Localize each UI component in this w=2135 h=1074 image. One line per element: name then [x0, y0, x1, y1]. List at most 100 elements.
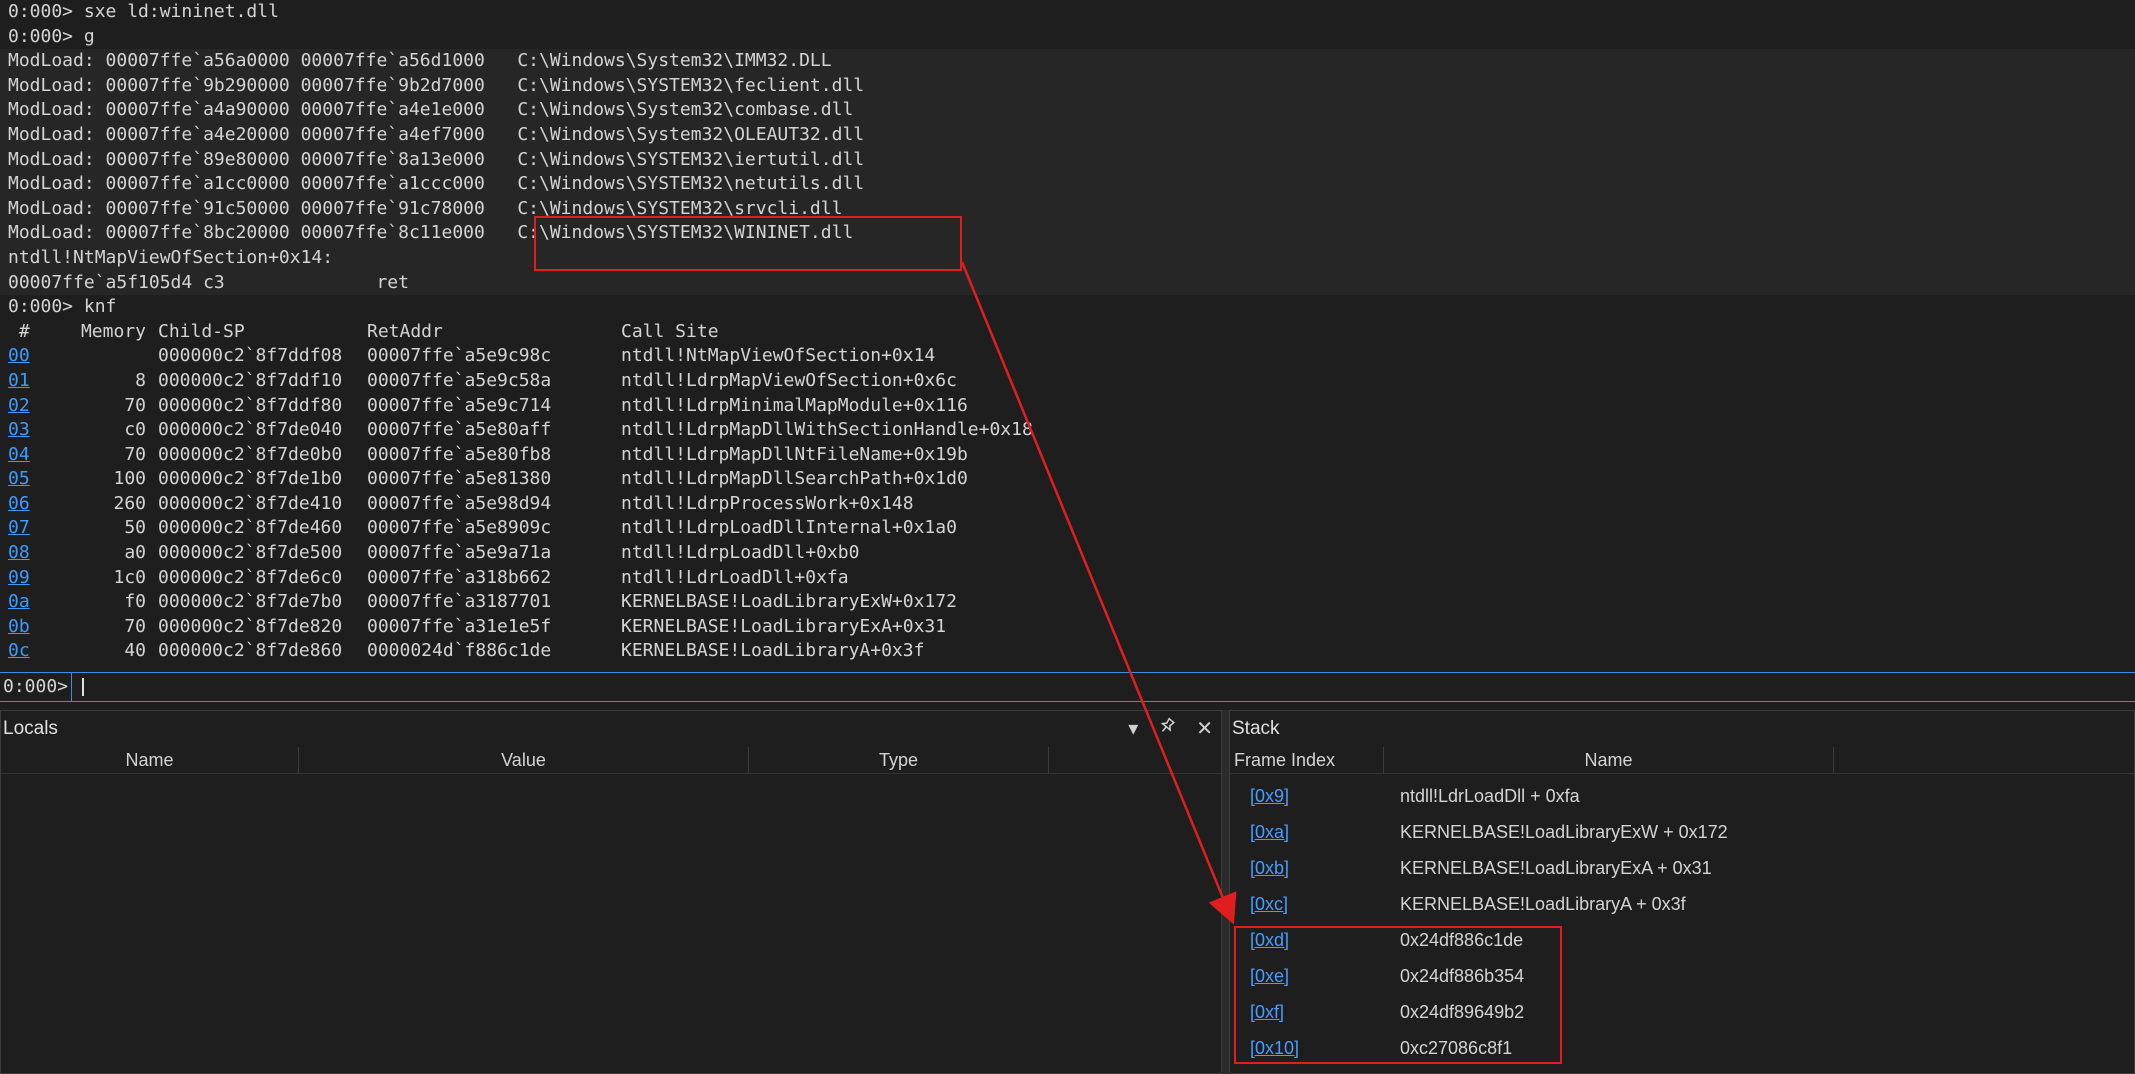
- knf-row: 07 50 000000c2`8f7de460 00007ffe`a5e8909c nt…: [0, 516, 2135, 541]
- locals-title-bar: Locals ▾ ✕: [1, 711, 1221, 747]
- stack-title-bar: Stack: [1230, 711, 2134, 747]
- knf-frame-link[interactable]: 03: [8, 418, 30, 443]
- knf-memory: 70: [124, 615, 146, 637]
- knf-call-site: ntdll!LdrLoadDll+0xfa: [621, 566, 849, 588]
- wininet-highlight-box: [534, 216, 962, 271]
- frame-number[interactable]: 04: [8, 444, 30, 465]
- knf-call-site: ntdll!NtMapViewOfSection+0x14: [621, 345, 936, 367]
- frame-number[interactable]: 09: [8, 567, 30, 588]
- frame-number[interactable]: 0b: [8, 616, 30, 637]
- knf-frame-link[interactable]: 06: [8, 492, 30, 517]
- frame-number[interactable]: 07: [8, 517, 30, 538]
- knf-call-site: KERNELBASE!LoadLibraryA+0x3f: [621, 640, 925, 662]
- knf-retaddr: 00007ffe`a5e80fb8: [367, 443, 552, 465]
- console-line: ModLoad: 00007ffe`9b290000 00007ffe`9b2d…: [0, 73, 2135, 99]
- knf-call-site: KERNELBASE!LoadLibraryExA+0x31: [621, 615, 947, 637]
- console-line: ModLoad: 00007ffe`89e80000 00007ffe`8a13…: [0, 147, 2135, 173]
- knf-frame-link[interactable]: 09: [8, 566, 30, 591]
- knf-frame-link[interactable]: 04: [8, 443, 30, 468]
- console-line: 0:000> knf: [8, 296, 117, 318]
- knf-frame-link[interactable]: 01: [8, 369, 30, 394]
- knf-call-site: ntdll!LdrpMinimalMapModule+0x116: [621, 394, 968, 416]
- knf-retaddr: 00007ffe`a5e9c58a: [367, 369, 552, 391]
- knf-row: 01 8 000000c2`8f7ddf10 00007ffe`a5e9c58a ntd…: [0, 369, 2135, 394]
- knf-row: 05 100 000000c2`8f7de1b0 00007ffe`a5e81380 n…: [0, 467, 2135, 492]
- stack-col-name[interactable]: Name: [1384, 747, 1834, 773]
- frame-number[interactable]: 00: [8, 345, 30, 366]
- knf-child-sp: 000000c2`8f7de860: [158, 640, 343, 662]
- knf-retaddr: 00007ffe`a5e98d94: [367, 492, 552, 514]
- knf-memory: f0: [124, 591, 146, 613]
- knf-child-sp: 000000c2`8f7de040: [158, 419, 343, 441]
- knf-frame-link[interactable]: 0b: [8, 615, 30, 640]
- locals-title-buttons: ▾ ✕: [1128, 711, 1213, 747]
- frame-number[interactable]: 06: [8, 493, 30, 514]
- knf-memory: 8: [135, 369, 146, 391]
- knf-frame-link[interactable]: 0a: [8, 590, 30, 615]
- knf-memory: 70: [124, 394, 146, 416]
- frame-number[interactable]: 0c: [8, 640, 30, 661]
- knf-frame-link[interactable]: 00: [8, 344, 30, 369]
- knf-row: 0a f0 000000c2`8f7de7b0 00007ffe`a3187701 KE…: [0, 590, 2135, 615]
- frame-number[interactable]: 0a: [8, 591, 30, 612]
- knf-col-call-site: Call Site: [621, 320, 719, 342]
- knf-call-site: ntdll!LdrpProcessWork+0x148: [621, 492, 914, 514]
- knf-child-sp: 000000c2`8f7de500: [158, 542, 343, 564]
- stack-row[interactable]: [0x9] ntdll!LdrLoadDll + 0xfa: [1230, 778, 2134, 814]
- knf-child-sp: 000000c2`8f7de410: [158, 492, 343, 514]
- close-icon[interactable]: ✕: [1196, 711, 1213, 747]
- console-line: ModLoad: 00007ffe`8bc20000 00007ffe`8c11…: [0, 221, 2135, 246]
- console-line: ModLoad: 00007ffe`a56a0000 00007ffe`a56d…: [0, 49, 2135, 74]
- stack-frame-index-link[interactable]: [0xa]: [1250, 814, 1289, 850]
- knf-retaddr: 00007ffe`a3187701: [367, 591, 552, 613]
- knf-memory: 40: [124, 640, 146, 662]
- knf-frame-link[interactable]: 02: [8, 394, 30, 419]
- stack-row[interactable]: [0xc] KERNELBASE!LoadLibraryA + 0x3f: [1230, 886, 2134, 922]
- pin-icon[interactable]: [1158, 711, 1176, 747]
- knf-row: 09 1c0 000000c2`8f7de6c0 00007ffe`a318b662 n…: [0, 566, 2135, 591]
- stack-frame-index-link[interactable]: [0xb]: [1250, 850, 1289, 886]
- knf-retaddr: 00007ffe`a31e1e5f: [367, 615, 552, 637]
- knf-row: 0c 40 000000c2`8f7de860 0000024d`f886c1de KE…: [0, 639, 2135, 664]
- locals-column-header: Name Value Type: [1, 747, 1221, 774]
- knf-call-site: KERNELBASE!LoadLibraryExW+0x172: [621, 591, 957, 613]
- frame-number[interactable]: 02: [8, 395, 30, 416]
- locals-title: Locals: [3, 718, 58, 739]
- console-line: 0:000> g: [8, 25, 95, 47]
- knf-frame-link[interactable]: 07: [8, 516, 30, 541]
- knf-frame-link[interactable]: 08: [8, 541, 30, 566]
- frame-number[interactable]: 08: [8, 542, 30, 563]
- knf-child-sp: 000000c2`8f7ddf10: [158, 369, 343, 391]
- stack-row[interactable]: [0xb] KERNELBASE!LoadLibraryExA + 0x31: [1230, 850, 2134, 886]
- console-line: ModLoad: 00007ffe`a1cc0000 00007ffe`a1cc…: [0, 172, 2135, 197]
- stack-frame-name: KERNELBASE!LoadLibraryExA + 0x31: [1400, 858, 1712, 878]
- stack-row[interactable]: [0xa] KERNELBASE!LoadLibraryExW + 0x172: [1230, 814, 2134, 850]
- stack-frame-index-link[interactable]: [0xc]: [1250, 886, 1288, 922]
- knf-memory: c0: [124, 419, 146, 441]
- knf-frame-link[interactable]: 05: [8, 467, 30, 492]
- console-lines: 0:000> sxe ld:wininet.dll 0:000> g ModLoad…: [0, 0, 2135, 320]
- knf-row: 02 70 000000c2`8f7ddf80 00007ffe`a5e9c714 nt…: [0, 394, 2135, 419]
- knf-retaddr: 00007ffe`a5e8909c: [367, 517, 552, 539]
- knf-row: 03 c0 000000c2`8f7de040 00007ffe`a5e80aff nt…: [0, 418, 2135, 443]
- stack-frame-index-link[interactable]: [0x9]: [1250, 778, 1289, 814]
- command-output: 0:000> sxe ld:wininet.dll 0:000> g ModLoad…: [0, 0, 2135, 670]
- knf-frame-link[interactable]: 0c: [8, 639, 30, 664]
- console-line: ModLoad: 00007ffe`a4e20000 00007ffe`a4ef…: [0, 122, 2135, 148]
- chevron-down-icon[interactable]: ▾: [1128, 711, 1138, 747]
- text-caret: [82, 678, 84, 696]
- locals-col-name[interactable]: Name: [1, 747, 299, 773]
- command-prompt: 0:000>: [0, 673, 73, 701]
- frame-number[interactable]: 03: [8, 419, 30, 440]
- knf-row: 06 260 000000c2`8f7de410 00007ffe`a5e98d94 n…: [0, 492, 2135, 517]
- pane-splitter[interactable]: [1222, 710, 1229, 1074]
- command-input[interactable]: 0:000>: [0, 672, 2135, 702]
- locals-col-value[interactable]: Value: [299, 747, 749, 773]
- stack-column-header: Frame Index Name: [1230, 747, 2134, 774]
- locals-col-type[interactable]: Type: [749, 747, 1049, 773]
- knf-memory: 1c0: [113, 566, 146, 588]
- frame-number[interactable]: 01: [8, 370, 30, 391]
- frame-number[interactable]: 05: [8, 468, 30, 489]
- stack-col-frame-index[interactable]: Frame Index: [1230, 747, 1384, 773]
- console-line: ModLoad: 00007ffe`91c50000 00007ffe`91c7…: [0, 196, 2135, 222]
